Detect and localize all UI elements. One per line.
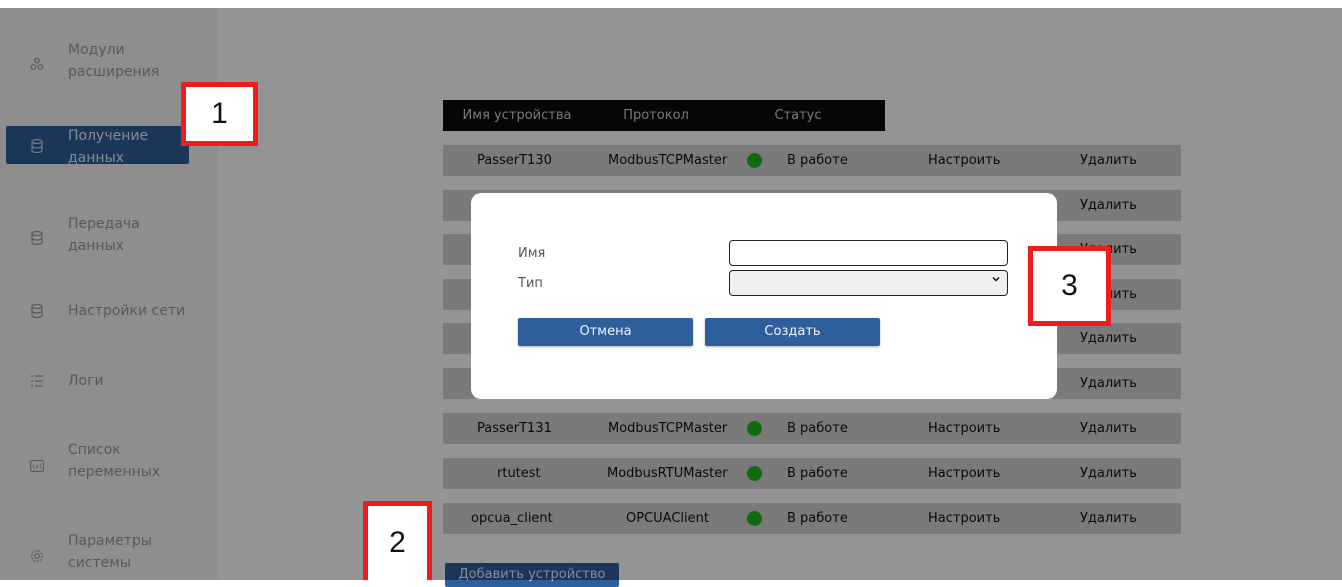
callout-3: 3 [1028,246,1111,326]
name-input[interactable] [729,240,1008,266]
callout-1: 1 [181,82,258,146]
type-select[interactable] [729,270,1008,296]
chevron-down-icon [991,273,1001,287]
top-strip [0,0,1342,8]
cancel-button[interactable]: Отмена [518,318,693,346]
create-device-dialog: Имя Тип Отмена Создать [471,193,1057,399]
create-button[interactable]: Создать [705,318,880,346]
type-label: Тип [518,276,543,291]
name-label: Имя [518,246,546,261]
callout-2: 2 [363,501,432,580]
